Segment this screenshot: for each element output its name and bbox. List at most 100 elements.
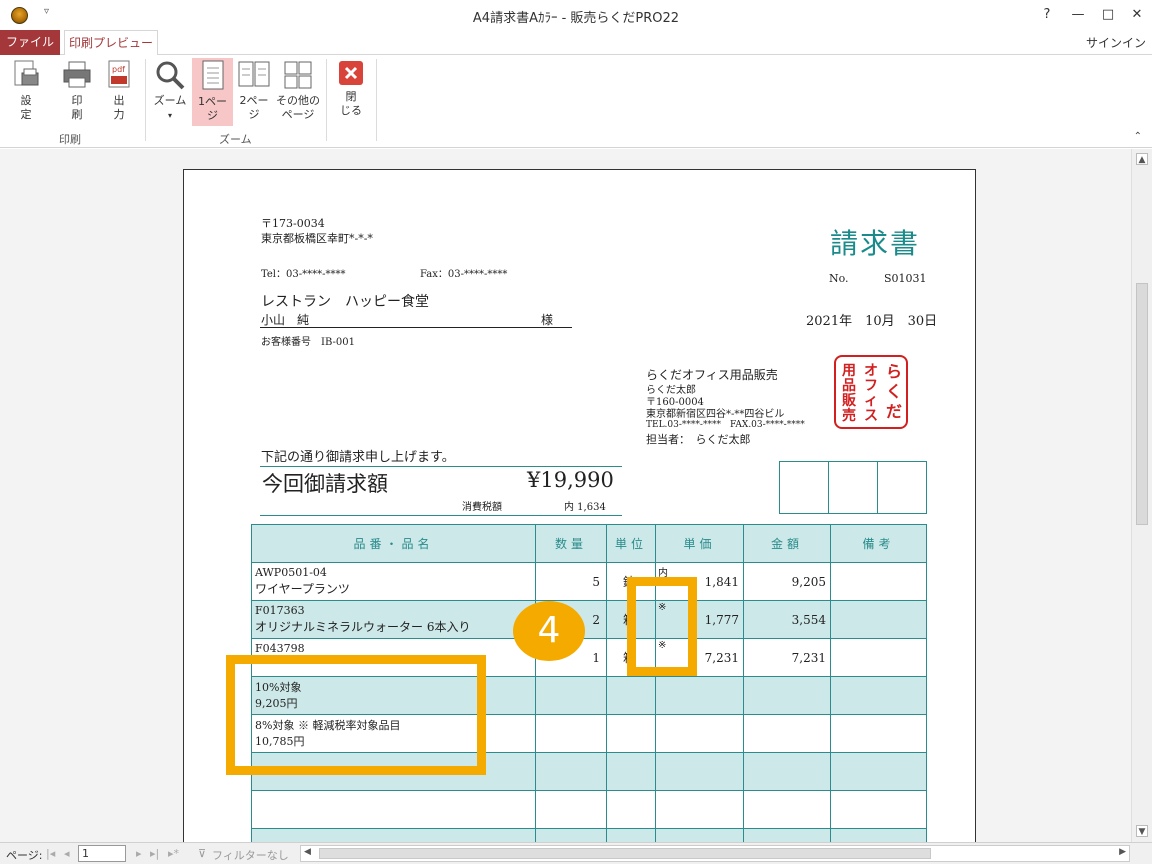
table-row xyxy=(251,790,927,829)
two-pages-button[interactable]: 2ペー ジ xyxy=(235,59,273,122)
step-number-badge: 4 xyxy=(513,601,585,661)
print-label: 印 刷 xyxy=(71,94,83,121)
ribbon-separator xyxy=(326,59,327,141)
ribbon-separator xyxy=(145,59,146,141)
svg-text:用: 用 xyxy=(842,363,856,379)
ribbon-tabs: ファイル 印刷プレビュー サインイン xyxy=(0,30,1152,56)
item-name: オリジナルミネラルウォーター 6本入り xyxy=(255,620,471,634)
zoom-button[interactable]: ズーム ▾ xyxy=(150,59,190,123)
svg-text:フ: フ xyxy=(864,378,878,394)
seller-tel-fax: TEL.03-****-**** FAX.03-****-**** xyxy=(646,420,805,430)
prev-page-icon[interactable]: ◂ xyxy=(64,847,70,860)
item-qty: 5 xyxy=(535,562,607,601)
header-amount: 金額 xyxy=(743,524,831,563)
tab-file[interactable]: ファイル xyxy=(0,30,60,55)
horizontal-scrollbar[interactable]: ◀ ▶ xyxy=(300,845,1130,862)
printer-icon xyxy=(63,61,91,88)
one-page-icon xyxy=(202,60,223,90)
header-item: 品番・品名 xyxy=(251,524,536,563)
amount-label: 今回御請求額 xyxy=(262,472,388,496)
item-amount: 7,231 xyxy=(743,638,831,677)
other-pages-button[interactable]: その他の ページ xyxy=(275,59,321,122)
status-bar: ページ: |◂ ◂ 1 ▸ ▸| ▸* ⊽ フィルターなし ◀ ▶ xyxy=(0,842,1152,864)
first-page-icon[interactable]: |◂ xyxy=(46,847,55,860)
minimize-button[interactable]: — xyxy=(1063,4,1093,26)
item-notes xyxy=(830,638,927,677)
settings-label: 設 定 xyxy=(20,94,32,121)
header-qty: 数量 xyxy=(535,524,607,563)
print-button[interactable]: 印 刷 xyxy=(60,59,94,122)
output-button[interactable]: pdf 出 力 xyxy=(102,59,136,122)
last-page-icon[interactable]: ▸| xyxy=(150,847,159,860)
item-amount: 9,205 xyxy=(743,562,831,601)
collapse-ribbon-icon[interactable]: ⌃ xyxy=(1134,131,1142,142)
page-setup-icon xyxy=(14,60,39,86)
scroll-left-icon[interactable]: ◀ xyxy=(304,847,311,857)
table-row xyxy=(251,828,927,842)
filter-status[interactable]: フィルターなし xyxy=(212,847,289,863)
close-icon xyxy=(339,61,363,85)
preview-area[interactable]: 〒173-0034 東京都板橋区幸町*-*-* Tel：03-****-****… xyxy=(0,149,1131,842)
close-preview-button[interactable]: 閉 じる xyxy=(334,59,368,118)
maximize-button[interactable]: □ xyxy=(1093,4,1123,26)
scrollbar-thumb[interactable] xyxy=(1136,283,1148,525)
svg-text:pdf: pdf xyxy=(112,65,125,74)
svg-text:オ: オ xyxy=(864,363,878,379)
next-page-icon[interactable]: ▸ xyxy=(136,847,142,860)
ribbon-separator xyxy=(376,59,377,141)
vertical-scrollbar[interactable]: ▲ ▼ xyxy=(1131,149,1152,842)
zoom-dropdown-icon: ▾ xyxy=(167,111,172,120)
sender-postal: 〒173-0034 xyxy=(261,217,325,230)
multi-page-icon xyxy=(284,61,312,89)
pdf-icon: pdf xyxy=(108,60,130,88)
table-row: F017363 オリジナルミネラルウォーター 6本入り 2 箱 ※ 1,777 3,… xyxy=(251,600,927,639)
horizontal-scrollbar-thumb[interactable] xyxy=(319,848,931,859)
title-bar: ▿ A4請求書Aｶﾗｰ - 販売らくだPRO22 ? — □ ✕ xyxy=(0,0,1152,30)
customer-underline xyxy=(260,327,572,328)
invoice-date: 2021年 10月 30日 xyxy=(806,314,938,329)
tab-print-preview[interactable]: 印刷プレビュー xyxy=(64,30,158,56)
intro-text: 下記の通り御請求申し上げます。 xyxy=(261,450,455,465)
tax-label: 消費税額 xyxy=(462,502,502,513)
scroll-up-icon[interactable]: ▲ xyxy=(1136,153,1148,165)
sender-address: 東京都板橋区幸町*-*-* xyxy=(261,232,373,245)
item-amount: 3,554 xyxy=(743,600,831,639)
item-notes xyxy=(830,600,927,639)
svg-text:品: 品 xyxy=(842,378,856,394)
item-code: AWP0501-04 xyxy=(255,566,327,579)
page-number-input[interactable]: 1 xyxy=(78,845,126,862)
close-window-button[interactable]: ✕ xyxy=(1122,4,1152,26)
customer-id: お客様番号 IB-001 xyxy=(261,337,355,348)
group-label-zoom: ズーム xyxy=(219,133,252,146)
one-page-label: 1ペー ジ xyxy=(198,95,227,122)
help-button[interactable]: ? xyxy=(1032,4,1062,26)
filter-icon: ⊽ xyxy=(198,847,207,860)
settings-button[interactable]: 設 定 xyxy=(8,59,44,122)
sender-fax: Fax：03-****-**** xyxy=(420,269,508,280)
item-code: F017363 xyxy=(255,604,305,617)
invoice-no-value: S01031 xyxy=(884,272,927,285)
company-seal: ら く だ オ フ ィ ス 用 品 販 売 xyxy=(834,355,908,429)
header-unit: 単位 xyxy=(606,524,656,563)
other-pages-label: その他の ページ xyxy=(276,94,320,121)
item-price: 7,231 xyxy=(704,650,739,665)
scroll-right-icon[interactable]: ▶ xyxy=(1119,847,1126,857)
close-preview-label: 閉 じる xyxy=(340,90,362,117)
header-price: 単価 xyxy=(655,524,744,563)
item-name: ワイヤープランツ xyxy=(255,582,350,596)
svg-text:だ: だ xyxy=(886,402,902,421)
table-row: AWP0501-04 ワイヤープランツ 5 鉢 内 1,841 9,205 xyxy=(251,562,927,601)
item-code: F043798 xyxy=(255,642,305,655)
scroll-down-icon[interactable]: ▼ xyxy=(1136,825,1148,837)
invoice-no-label: No. xyxy=(829,272,849,285)
one-page-button[interactable]: 1ペー ジ xyxy=(192,58,233,126)
new-record-icon[interactable]: ▸* xyxy=(168,847,179,860)
invoice-title: 請求書 xyxy=(830,227,921,260)
table-header-row: 品番・品名 数量 単位 単価 金額 備考 xyxy=(251,524,927,563)
window-title: A4請求書Aｶﾗｰ - 販売らくだPRO22 xyxy=(472,11,680,26)
customer-company: レストラン ハッピー食堂 xyxy=(261,294,429,310)
highlight-box-tax-marks xyxy=(627,577,697,676)
svg-text:売: 売 xyxy=(842,407,856,424)
signin-link[interactable]: サインイン xyxy=(1086,34,1146,51)
honorific: 様 xyxy=(541,313,554,327)
